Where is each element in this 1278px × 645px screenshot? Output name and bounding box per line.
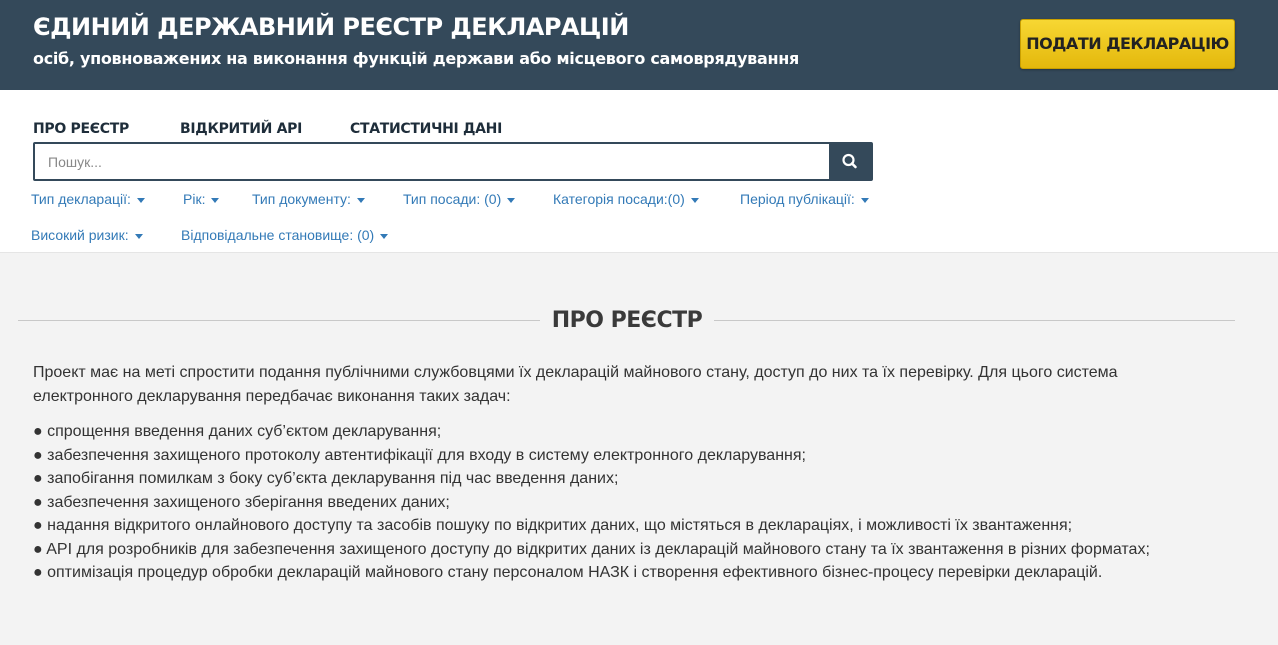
filter-label: Категорія посади:(0) [553,191,685,207]
list-item: ● оптимізація процедур обробки деклараці… [33,564,1103,581]
site-subtitle: осіб, уповноважених на виконання функцій… [33,49,799,68]
list-item: ● забезпечення захищеного зберігання вве… [33,493,450,511]
caret-down-icon [507,197,516,203]
divider-right [714,320,1235,321]
filter-label: Тип документу: [252,191,351,207]
section-title: ПРО РЕЄСТР [551,308,703,333]
filter-label: Тип посади: (0) [403,191,502,207]
filter-position-category[interactable]: Категорія посади:(0) [553,191,699,207]
filter-year[interactable]: Рік: [183,191,220,207]
filter-high-risk[interactable]: Високий ризик: [31,227,143,243]
search-bar [33,142,873,181]
list-item: ● спрощення введення даних суб’єктом дек… [33,423,442,440]
divider-left [18,320,540,321]
nav-about-registry[interactable]: ПРО РЕЄСТР [33,121,129,137]
filter-position-type[interactable]: Тип посади: (0) [403,191,516,207]
list-item: ● надання відкритого онлайнового доступу… [33,517,1073,534]
list-item: ● API для розробників для забезпечення з… [33,540,1150,558]
intro-paragraph: Проект має на меті спростити подання пуб… [33,364,1118,405]
navbar: ПРО РЕЄСТР ВІДКРИТИЙ API СТАТИСТИЧНІ ДАН… [0,90,1278,253]
caret-down-icon [134,233,143,239]
filter-publication-period[interactable]: Період публікації: [740,191,869,207]
caret-down-icon [211,197,220,203]
filter-document-type[interactable]: Тип документу: [252,191,365,207]
caret-down-icon [380,233,389,239]
filter-label: Високий ризик: [31,227,129,243]
list-item: ● забезпечення захищеного протоколу авте… [33,446,806,464]
caret-down-icon [690,197,699,203]
nav-open-api[interactable]: ВІДКРИТИЙ API [180,121,302,137]
filter-label: Тип декларації: [31,191,131,207]
caret-down-icon [136,197,145,203]
search-icon [842,153,857,169]
filter-label: Рік: [183,191,206,207]
site-title[interactable]: ЄДИНИЙ ДЕРЖАВНИЙ РЕЄСТР ДЕКЛАРАЦІЙ [33,13,629,41]
filter-responsible-position[interactable]: Відповідальне становище: (0) [181,227,389,243]
search-button[interactable] [829,144,871,179]
list-item: ● запобігання помилкам з боку суб’єкта д… [33,470,619,487]
filter-label: Відповідальне становище: (0) [181,227,375,243]
about-content: Проект має на меті спростити подання пуб… [33,361,1213,585]
submit-declaration-button[interactable]: ПОДАТИ ДЕКЛАРАЦІЮ [1020,19,1235,69]
search-input[interactable] [35,144,830,179]
filter-declaration-type[interactable]: Тип декларації: [31,191,145,207]
filter-label: Період публікації: [740,191,855,207]
nav-statistics[interactable]: СТАТИСТИЧНІ ДАНІ [350,121,502,137]
site-header: ЄДИНИЙ ДЕРЖАВНИЙ РЕЄСТР ДЕКЛАРАЦІЙ осіб,… [0,0,1278,90]
caret-down-icon [356,197,365,203]
caret-down-icon [860,197,869,203]
